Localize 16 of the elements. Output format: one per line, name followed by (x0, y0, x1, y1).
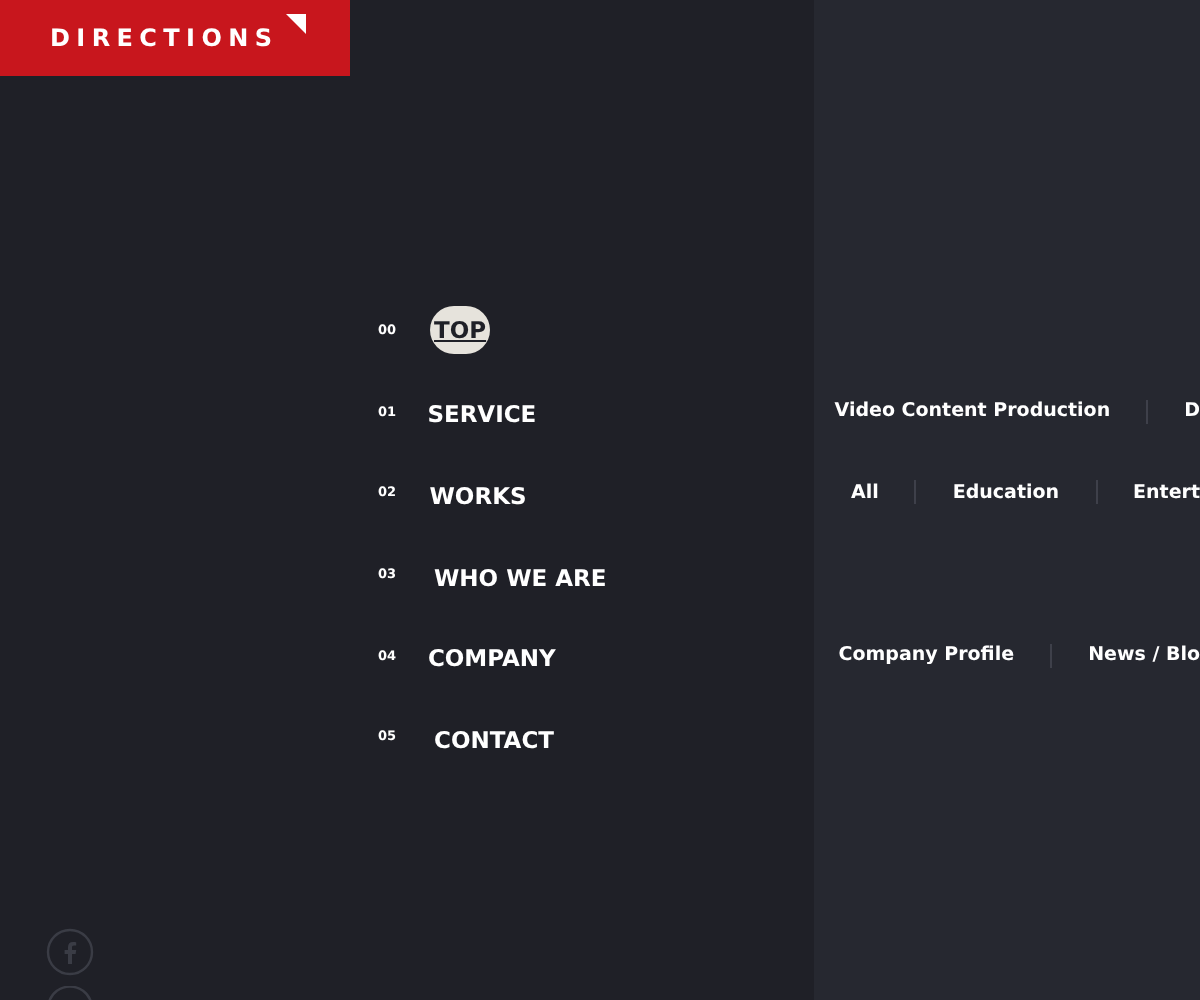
submenu-link[interactable]: D (1184, 400, 1200, 423)
facebook-icon[interactable] (46, 928, 94, 976)
submenu-link[interactable]: Company Profile (838, 644, 1015, 667)
submenu-link[interactable]: All (850, 481, 879, 504)
menu-item[interactable]: COMPANY (427, 644, 556, 673)
menu-item[interactable]: SERVICE (427, 400, 537, 429)
submenu-link[interactable]: Entert (1133, 481, 1200, 504)
menu-item[interactable]: CONTACT (434, 725, 554, 754)
submenu-link[interactable]: News / Blo (1088, 644, 1200, 667)
menu-item[interactable]: WORKS (429, 481, 527, 510)
menu-item[interactable]: TOP (430, 306, 491, 355)
submenu-link[interactable]: Video Content Production (834, 400, 1111, 423)
triangle-icon (286, 14, 306, 34)
menu-item[interactable]: WHO WE ARE (434, 563, 607, 592)
site-title[interactable]: DIRECTIONS (50, 24, 279, 52)
submenu-link[interactable]: Education (952, 481, 1060, 504)
